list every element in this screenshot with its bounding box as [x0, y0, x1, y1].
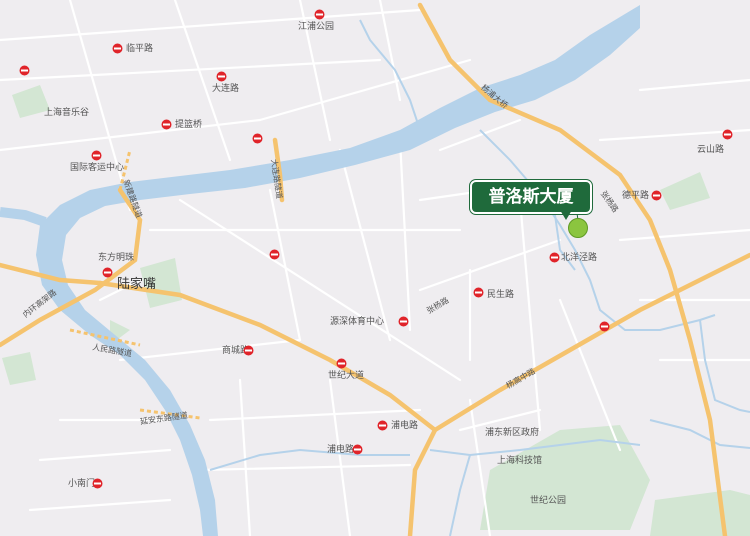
metro-station-icon[interactable] — [269, 249, 280, 260]
metro-station-icon[interactable] — [314, 9, 325, 20]
place-label: 上海音乐谷 — [44, 108, 90, 118]
station-label: 浦电路 — [327, 445, 355, 455]
place-label: 浦东新区政府 — [485, 428, 540, 438]
metro-station-icon[interactable] — [336, 358, 347, 369]
metro-station-icon[interactable] — [549, 252, 560, 263]
metro-station-icon[interactable] — [252, 133, 263, 144]
metro-station-icon[interactable] — [599, 321, 610, 332]
station-label: 东方明珠 — [98, 253, 135, 263]
metro-station-icon[interactable] — [473, 287, 484, 298]
metro-station-icon[interactable] — [19, 65, 30, 76]
station-label: 小南门 — [68, 479, 96, 489]
place-label: 世纪公园 — [530, 496, 567, 506]
station-label: 北洋泾路 — [561, 253, 598, 263]
district-label: 陆家嘴 — [117, 277, 157, 292]
metro-station-icon[interactable] — [92, 478, 103, 489]
metro-station-icon[interactable] — [722, 129, 733, 140]
station-label: 江浦公园 — [298, 22, 335, 32]
metro-station-icon[interactable] — [112, 43, 123, 54]
map-canvas[interactable]: 江浦公园 临平路 大连路 上海音乐谷 提篮桥 国际客运中心 云山路 德平路 东方… — [0, 0, 750, 536]
station-label: 云山路 — [697, 145, 725, 155]
station-label: 提篮桥 — [175, 120, 203, 130]
station-label: 德平路 — [622, 191, 650, 201]
station-label: 大连路 — [212, 84, 240, 94]
metro-station-icon[interactable] — [243, 345, 254, 356]
metro-station-icon[interactable] — [216, 71, 227, 82]
station-label: 浦电路 — [391, 421, 419, 431]
station-label: 世纪大道 — [328, 371, 365, 381]
metro-station-icon[interactable] — [651, 190, 662, 201]
station-label: 源深体育中心 — [330, 317, 385, 327]
station-label: 国际客运中心 — [70, 163, 125, 173]
metro-station-icon[interactable] — [377, 420, 388, 431]
station-label: 临平路 — [126, 44, 154, 54]
metro-station-icon[interactable] — [352, 444, 363, 455]
station-label: 民生路 — [487, 290, 515, 300]
building-marker-label[interactable]: 普洛斯大厦 — [470, 180, 592, 214]
marker-pointer — [560, 210, 572, 220]
location-pin-icon[interactable] — [568, 218, 588, 238]
metro-station-icon[interactable] — [398, 316, 409, 327]
metro-station-icon[interactable] — [91, 150, 102, 161]
metro-station-icon[interactable] — [161, 119, 172, 130]
metro-station-icon[interactable] — [102, 267, 113, 278]
place-label: 上海科技馆 — [497, 456, 543, 466]
